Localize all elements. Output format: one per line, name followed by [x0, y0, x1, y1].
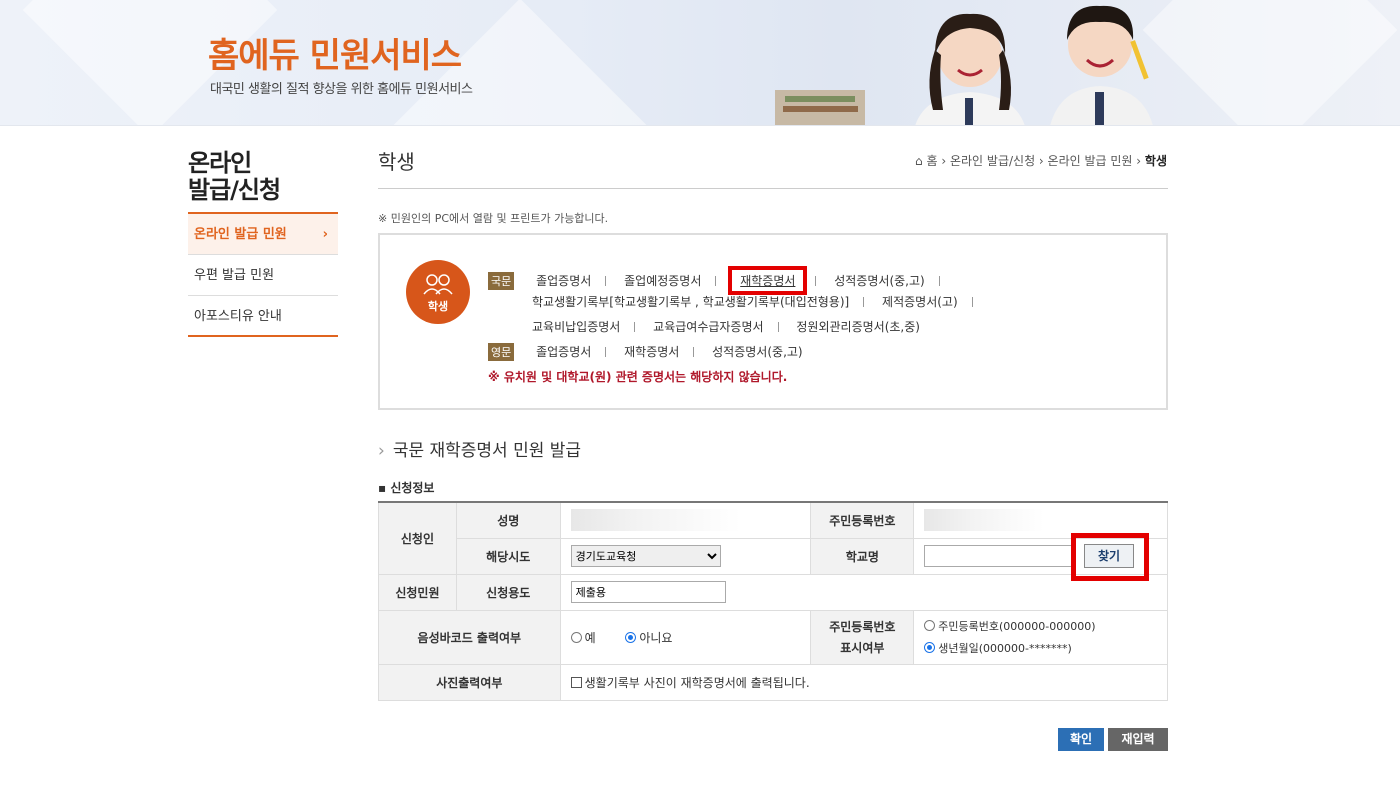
rrn-display-cell: 주민등록번호(000000-000000) 생년월일(000000-******…	[913, 609, 1168, 665]
students-illustration	[775, 5, 1153, 125]
banner-title: 홈에듀 민원서비스	[208, 36, 462, 76]
province-label: 해당시도	[455, 537, 561, 575]
banner-decoration	[1142, 0, 1398, 125]
korean-cert-row-1: 국문 졸업증명서 졸업예정증명서 재학증명서 성적증명서(중,고)	[488, 266, 954, 295]
divider	[378, 188, 1168, 189]
breadcrumb-home[interactable]: 홈	[926, 154, 937, 168]
en-cert-link-graduation[interactable]: 졸업증명서	[536, 345, 591, 359]
page-title: 학생	[378, 150, 415, 174]
student-category-icon: 학생	[406, 260, 470, 324]
sidebar-title: 온라인 발급/신청	[188, 149, 281, 204]
sidebar-menu: 온라인 발급 민원 › 우편 발급 민원 아포스티유 안내	[188, 212, 338, 337]
korean-cert-row-2: 학교생활기록부[학교생활기록부 , 학교생활기록부(대입전형용)] 제적증명서(…	[532, 293, 987, 310]
sidebar-item-label: 온라인 발급 민원	[194, 227, 287, 242]
korean-cert-row-3: 교육비납입증명서 교육급여수급자증명서 정원외관리증명서(초,중)	[532, 318, 920, 335]
barcode-yes-radio[interactable]	[570, 631, 582, 643]
sidebar-item-label: 우편 발급 민원	[194, 268, 275, 283]
name-label: 성명	[455, 501, 561, 539]
reset-button[interactable]: 재입력	[1108, 728, 1168, 751]
rrn-display-label-line2: 표시여부	[840, 641, 885, 655]
barcode-no-radio[interactable]	[625, 631, 637, 643]
banner-subtitle: 대국민 생활의 질적 향상을 위한 홈에듀 민원서비스	[210, 82, 473, 97]
section-title: › 국문 재학증명서 민원 발급	[378, 436, 581, 461]
breadcrumb-online[interactable]: 온라인 발급/신청	[950, 154, 1035, 168]
rrn-label: 주민등록번호	[810, 501, 915, 539]
find-school-button[interactable]: 찾기	[1084, 544, 1134, 568]
sidebar-item-online-issuance[interactable]: 온라인 발급 민원 ›	[188, 214, 338, 255]
notice-text: ※ 민원인의 PC에서 열람 및 프린트가 가능합니다.	[378, 212, 609, 225]
barcode-label: 음성바코드 출력여부	[378, 609, 561, 665]
photo-cell: 생활기록부 사진이 재학증명서에 출력됩니다.	[559, 663, 1169, 701]
en-cert-link-enrollment[interactable]: 재학증명서	[624, 345, 679, 359]
find-button-highlight: 찾기	[1071, 533, 1149, 581]
cert-link-education-benefit[interactable]: 교육급여수급자증명서	[653, 320, 763, 334]
sidebar-item-label: 아포스티유 안내	[194, 309, 282, 324]
student-category-label: 학생	[427, 300, 449, 313]
breadcrumb: ⌂ 홈 › 온라인 발급/신청 › 온라인 발급 민원 › 학생	[915, 154, 1167, 168]
chevron-right-icon: ›	[378, 441, 385, 461]
application-form: 신청인 성명 주민등록번호 해당시도 경기도교육청 학교명 신청민원 신청용도 …	[378, 501, 1169, 701]
school-label: 학교명	[810, 537, 915, 575]
breadcrumb-online-issuance[interactable]: 온라인 발급 민원	[1048, 154, 1133, 168]
rrn-full-radio[interactable]	[924, 620, 936, 631]
cert-link-enrollment[interactable]: 재학증명서	[740, 274, 795, 288]
purpose-label: 신청용도	[455, 573, 561, 611]
cert-link-school-record[interactable]: 학교생활기록부[학교생활기록부 , 학교생활기록부(대입전형용)]	[532, 295, 849, 309]
cert-link-enrollment-highlighted[interactable]: 재학증명서	[728, 266, 808, 295]
certificate-box: 학생 국문 졸업증명서 졸업예정증명서 재학증명서 성적증명서(중,고) 학교생…	[378, 233, 1168, 410]
school-name-input[interactable]	[924, 545, 1073, 567]
cert-link-supernumerary[interactable]: 정원외관리증명서(초,중)	[796, 320, 920, 334]
home-icon[interactable]: ⌂	[915, 154, 923, 168]
name-value	[559, 501, 812, 539]
province-cell: 경기도교육청	[559, 537, 812, 575]
birthdate-radio[interactable]	[924, 642, 936, 653]
cert-link-tuition-payment[interactable]: 교육비납입증명서	[532, 320, 620, 334]
photo-checkbox-label: 생활기록부 사진이 재학증명서에 출력됩니다.	[584, 675, 810, 690]
barcode-cell: 예 아니요	[559, 609, 812, 665]
form-subtitle: ▪ 신청정보	[378, 481, 435, 495]
breadcrumb-current: 학생	[1144, 154, 1167, 168]
rrn-display-label-line1: 주민등록번호	[829, 620, 896, 634]
section-title-text: 국문 재학증명서 민원 발급	[392, 441, 582, 461]
sidebar-item-apostille[interactable]: 아포스티유 안내	[188, 296, 338, 337]
cert-link-graduation[interactable]: 졸업증명서	[536, 274, 591, 288]
english-tag: 영문	[488, 343, 515, 361]
rrn-display-label: 주민등록번호 표시여부	[810, 609, 915, 665]
photo-checkbox[interactable]	[570, 676, 582, 688]
photo-label: 사진출력여부	[378, 663, 561, 701]
korean-tag: 국문	[488, 272, 515, 290]
birthdate-label: 생년월일(000000-*******)	[938, 642, 1072, 655]
english-cert-row: 영문 졸업증명서 재학증명서 성적증명서(중,고)	[488, 343, 803, 361]
form-subtitle-text: 신청정보	[390, 481, 435, 495]
students-icon	[423, 274, 453, 295]
redacted-rrn	[924, 509, 1045, 532]
rrn-full-label: 주민등록번호(000000-000000)	[938, 620, 1096, 633]
cert-link-transcript[interactable]: 성적증명서(중,고)	[834, 274, 924, 288]
sidebar-title-line2: 발급/신청	[188, 176, 281, 204]
barcode-no-label: 아니요	[639, 630, 673, 645]
cert-link-expected-graduation[interactable]: 졸업예정증명서	[624, 274, 701, 288]
request-header: 신청민원	[378, 573, 457, 611]
barcode-yes-label: 예	[584, 630, 596, 645]
sidebar-title-line1: 온라인	[188, 149, 252, 177]
applicant-header: 신청인	[378, 501, 457, 575]
warning-text: ※ 유치원 및 대학교(원) 관련 증명서는 해당하지 않습니다.	[488, 370, 788, 384]
purpose-input[interactable]	[570, 581, 726, 603]
en-cert-link-transcript[interactable]: 성적증명서(중,고)	[712, 345, 802, 359]
sidebar-item-postal-issuance[interactable]: 우편 발급 민원	[188, 255, 338, 296]
top-banner: 홈에듀 민원서비스 대국민 생활의 질적 향상을 위한 홈에듀 민원서비스	[0, 0, 1400, 126]
redacted-name	[570, 509, 741, 532]
cert-link-expulsion[interactable]: 제적증명서(고)	[882, 295, 958, 309]
province-select[interactable]: 경기도교육청	[570, 545, 721, 567]
confirm-button[interactable]: 확인	[1058, 728, 1104, 751]
chevron-right-icon: ›	[322, 227, 328, 242]
